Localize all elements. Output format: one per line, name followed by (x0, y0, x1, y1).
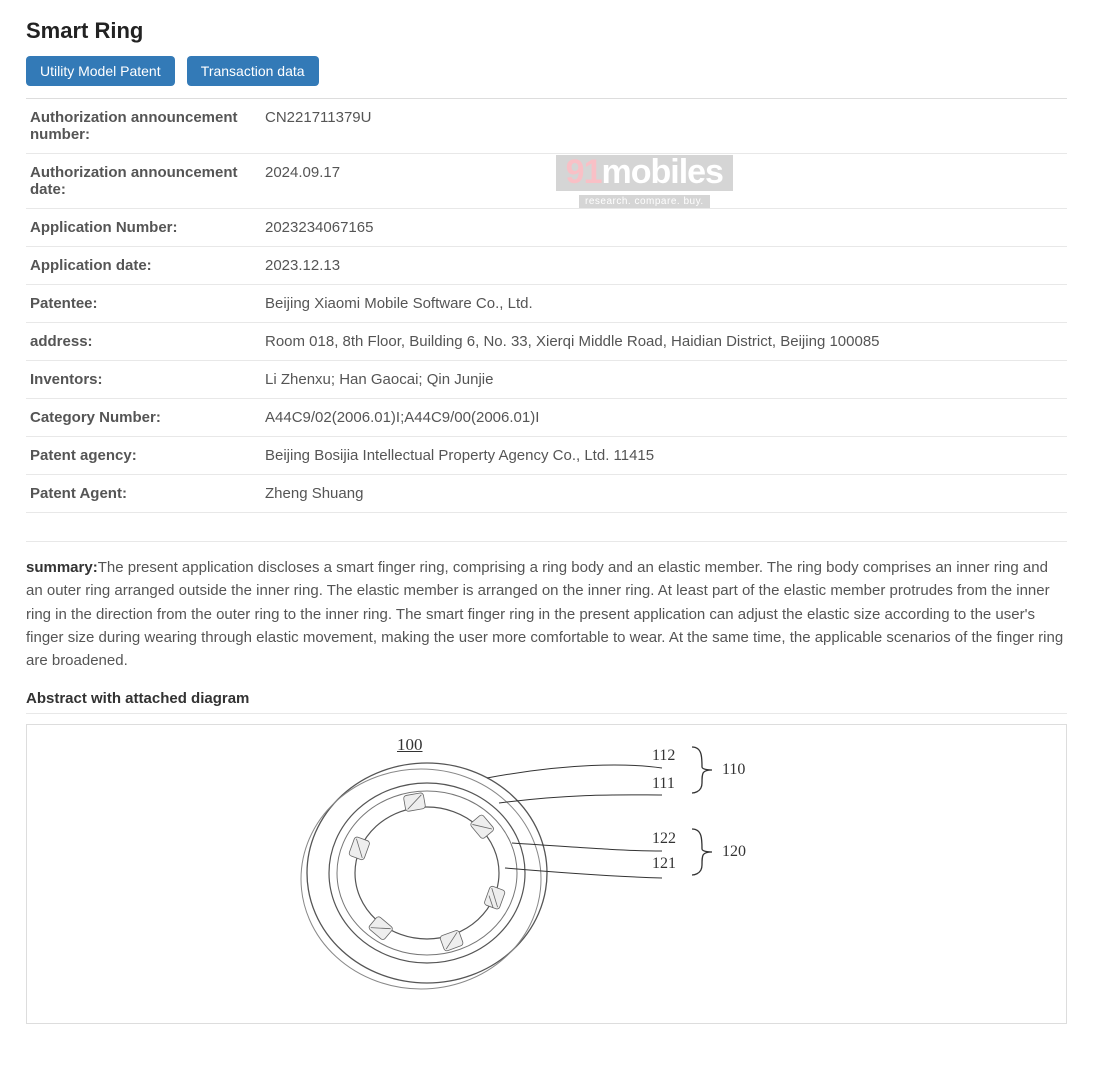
field-label: Authorization announcement number: (26, 99, 261, 154)
field-value: 2023234067165 (261, 209, 1067, 247)
field-value: CN221711379U (261, 99, 1067, 154)
field-value: Room 018, 8th Floor, Building 6, No. 33,… (261, 323, 1067, 361)
abstract-heading: Abstract with attached diagram (26, 690, 1067, 714)
field-value: A44C9/02(2006.01)I;A44C9/00(2006.01)I (261, 399, 1067, 437)
table-row: Application date:2023.12.13 (26, 247, 1067, 285)
watermark-prefix: 91 (566, 153, 602, 191)
callout-110: 110 (722, 761, 745, 779)
table-row: Category Number:A44C9/02(2006.01)I;A44C9… (26, 399, 1067, 437)
page-title: Smart Ring (26, 18, 1067, 44)
table-row: address:Room 018, 8th Floor, Building 6,… (26, 323, 1067, 361)
diagram-box: 100 91mobiles research. compare. buy. (26, 724, 1067, 1024)
transaction-data-button[interactable]: Transaction data (187, 56, 319, 86)
field-label: Patent Agent: (26, 475, 261, 513)
callout-122: 122 (652, 830, 676, 848)
field-label: Patent agency: (26, 437, 261, 475)
field-value: 2023.12.13 (261, 247, 1067, 285)
field-label: Inventors: (26, 361, 261, 399)
table-row: Patent Agent:Zheng Shuang (26, 475, 1067, 513)
callout-121: 121 (652, 855, 676, 873)
summary-text: The present application discloses a smar… (26, 559, 1063, 669)
callout-111: 111 (652, 775, 675, 793)
brace-120-icon (687, 827, 717, 877)
field-value: Beijing Bosijia Intellectual Property Ag… (261, 437, 1067, 475)
ring-diagram (227, 733, 867, 1003)
field-label: Authorization announcement date: (26, 154, 261, 209)
field-label: Application date: (26, 247, 261, 285)
field-value: Beijing Xiaomi Mobile Software Co., Ltd. (261, 285, 1067, 323)
summary-block: summary:The present application disclose… (26, 541, 1067, 672)
callout-120: 120 (722, 843, 746, 861)
brace-110-icon (687, 745, 717, 795)
summary-label: summary: (26, 559, 98, 576)
callout-112: 112 (652, 747, 675, 765)
field-value: 2024.09.17 (261, 154, 1067, 209)
table-row: Authorization announcement number:CN2217… (26, 99, 1067, 154)
field-label: Patentee: (26, 285, 261, 323)
field-label: Category Number: (26, 399, 261, 437)
field-value: Li Zhenxu; Han Gaocai; Qin Junjie (261, 361, 1067, 399)
table-row: Application Number:2023234067165 (26, 209, 1067, 247)
button-row: Utility Model Patent Transaction data (26, 56, 1067, 86)
field-value: Zheng Shuang (261, 475, 1067, 513)
figure-ref-label: 100 (397, 735, 423, 755)
field-label: Application Number: (26, 209, 261, 247)
utility-model-patent-button[interactable]: Utility Model Patent (26, 56, 175, 86)
field-label: address: (26, 323, 261, 361)
table-row: Patent agency:Beijing Bosijia Intellectu… (26, 437, 1067, 475)
table-row: Patentee:Beijing Xiaomi Mobile Software … (26, 285, 1067, 323)
table-row: Inventors:Li Zhenxu; Han Gaocai; Qin Jun… (26, 361, 1067, 399)
